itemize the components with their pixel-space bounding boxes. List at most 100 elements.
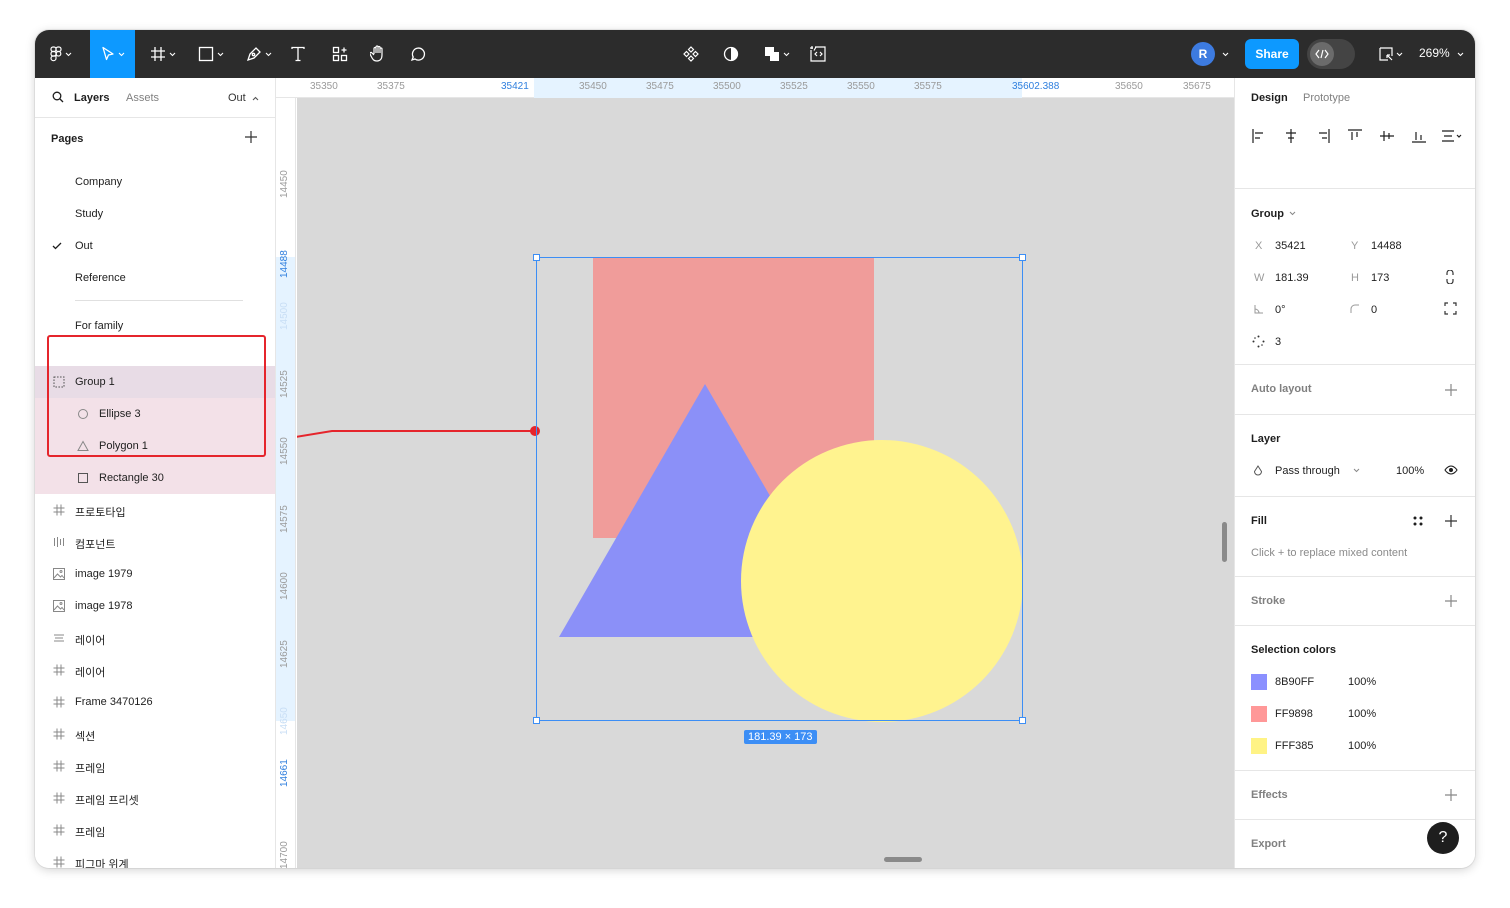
layer-row[interactable]: 레이어 bbox=[35, 622, 275, 654]
component-button[interactable] bbox=[680, 38, 702, 70]
avatar[interactable]: R bbox=[1191, 42, 1215, 66]
frame-icon bbox=[52, 695, 66, 709]
x-input[interactable]: 35421 bbox=[1275, 240, 1306, 252]
mask-button[interactable] bbox=[720, 38, 742, 70]
toolbar: R Share 269% bbox=[35, 30, 1475, 78]
plus-icon[interactable] bbox=[1444, 514, 1458, 528]
page-item[interactable]: Company bbox=[75, 176, 122, 188]
main-menu-button[interactable] bbox=[47, 38, 75, 70]
zoom-dropdown[interactable]: 269% bbox=[1419, 46, 1464, 60]
group-title[interactable]: Group bbox=[1251, 208, 1284, 220]
frame-tool-button[interactable] bbox=[145, 38, 181, 70]
layer-row[interactable]: 컴포넌트 bbox=[35, 526, 275, 558]
layer-name: 프레임 bbox=[75, 827, 106, 839]
search-icon[interactable] bbox=[52, 91, 64, 103]
present-button[interactable] bbox=[1375, 38, 1407, 70]
count-input[interactable]: 3 bbox=[1275, 336, 1281, 348]
fill-title: Fill bbox=[1251, 515, 1267, 527]
width-input[interactable]: 181.39 bbox=[1275, 272, 1309, 284]
color-hex[interactable]: FFF385 bbox=[1275, 740, 1314, 752]
layer-row[interactable]: Frame 3470126 bbox=[35, 686, 275, 718]
layer-row[interactable]: 피그마 위계 bbox=[35, 846, 275, 868]
boolean-button[interactable] bbox=[759, 38, 795, 70]
constrain-proportions-icon[interactable] bbox=[1445, 270, 1455, 284]
ruler-left-tick: 14450 bbox=[279, 170, 290, 198]
color-swatch[interactable] bbox=[1251, 738, 1267, 754]
ruler-top-tick: 35550 bbox=[847, 81, 875, 92]
plus-icon[interactable] bbox=[1444, 383, 1458, 397]
ruler-top-tick: 35602.388 bbox=[1012, 81, 1060, 92]
styles-grid-icon[interactable] bbox=[1412, 515, 1424, 527]
color-swatch[interactable] bbox=[1251, 674, 1267, 690]
shape-tool-button[interactable] bbox=[193, 38, 229, 70]
frame-icon bbox=[52, 503, 66, 517]
layer-name: Rectangle 30 bbox=[99, 472, 164, 484]
resize-handle-bottom-left[interactable] bbox=[533, 717, 540, 724]
resources-button[interactable] bbox=[329, 38, 351, 70]
color-hex[interactable]: 8B90FF bbox=[1275, 676, 1314, 688]
layer-name: 피그마 위계 bbox=[75, 859, 129, 868]
plus-icon[interactable] bbox=[244, 130, 258, 144]
selection-colors-section: Selection colors 8B90FF 100% FF9898 100% FFF… bbox=[1235, 626, 1475, 771]
resize-handle-top-right[interactable] bbox=[1019, 254, 1026, 261]
layer-row[interactable]: 프레임 bbox=[35, 750, 275, 782]
y-input[interactable]: 14488 bbox=[1371, 240, 1402, 252]
layer-row[interactable]: image 1979 bbox=[35, 558, 275, 590]
layer-row[interactable]: 레이어 bbox=[35, 654, 275, 686]
layer-row[interactable]: 프레임 bbox=[35, 814, 275, 846]
eye-icon[interactable] bbox=[1444, 465, 1458, 475]
height-input[interactable]: 173 bbox=[1371, 272, 1389, 284]
vertical-scrollbar[interactable] bbox=[1222, 522, 1227, 562]
hand-tool-button[interactable] bbox=[367, 38, 389, 70]
tab-design[interactable]: Design bbox=[1251, 92, 1288, 104]
layer-row[interactable]: 섹션 bbox=[35, 718, 275, 750]
resize-handle-top-left[interactable] bbox=[533, 254, 540, 261]
page-item[interactable]: Study bbox=[75, 208, 103, 220]
ruler-left-tick: 14525 bbox=[279, 370, 290, 398]
pen-tool-button[interactable] bbox=[241, 38, 277, 70]
selection-bounding-box[interactable] bbox=[533, 254, 1026, 724]
comment-tool-button[interactable] bbox=[407, 38, 429, 70]
blend-mode-dropdown[interactable]: Pass through bbox=[1275, 465, 1340, 477]
color-swatch[interactable] bbox=[1251, 706, 1267, 722]
share-button[interactable]: Share bbox=[1245, 39, 1299, 69]
tab-assets[interactable]: Assets bbox=[126, 92, 159, 104]
page-item[interactable]: Out bbox=[75, 240, 93, 252]
page-item[interactable]: Reference bbox=[75, 272, 126, 284]
page-selector[interactable]: Out bbox=[228, 92, 259, 104]
design-panel: Design Prototype Group X 35421 Y 14488 W… bbox=[1234, 78, 1475, 868]
independent-corners-icon[interactable] bbox=[1444, 302, 1457, 315]
resize-handle-bottom-right[interactable] bbox=[1019, 717, 1026, 724]
tab-prototype[interactable]: Prototype bbox=[1303, 92, 1350, 104]
corner-radius-input[interactable]: 0 bbox=[1371, 304, 1377, 316]
move-tool-button[interactable] bbox=[90, 30, 135, 78]
plus-icon[interactable] bbox=[1444, 594, 1458, 608]
help-button[interactable]: ? bbox=[1427, 822, 1459, 854]
dev-mode-toggle[interactable] bbox=[1307, 39, 1355, 69]
rotation-input[interactable]: 0° bbox=[1275, 304, 1286, 316]
crop-button[interactable] bbox=[807, 38, 829, 70]
layer-row[interactable]: Rectangle 30 bbox=[35, 462, 275, 494]
color-opacity[interactable]: 100% bbox=[1348, 708, 1376, 720]
color-hex[interactable]: FF9898 bbox=[1275, 708, 1313, 720]
layer-row[interactable]: image 1978 bbox=[35, 590, 275, 622]
chevron-down-icon[interactable] bbox=[1289, 211, 1296, 216]
chevron-down-icon[interactable] bbox=[1222, 52, 1229, 57]
ruler-left-tick: 14500 bbox=[279, 302, 290, 330]
horizontal-scrollbar[interactable] bbox=[884, 857, 922, 862]
layer-row[interactable]: 프로토타입 bbox=[35, 494, 275, 526]
text-tool-button[interactable] bbox=[287, 38, 309, 70]
tab-layers[interactable]: Layers bbox=[74, 92, 109, 104]
align-center-h-icon bbox=[1286, 129, 1296, 143]
alignment-icons[interactable] bbox=[1251, 128, 1471, 144]
figma-window: R Share 269% Layers Assets Out Pages Com… bbox=[35, 30, 1475, 868]
selection-size-badge: 181.39 × 173 bbox=[744, 730, 817, 744]
plus-icon[interactable] bbox=[1444, 788, 1458, 802]
page-item[interactable]: For family bbox=[75, 320, 123, 332]
chevron-down-icon[interactable] bbox=[1353, 468, 1360, 473]
layer-row[interactable]: 프레임 프리셋 bbox=[35, 782, 275, 814]
layer-opacity-input[interactable]: 100% bbox=[1396, 465, 1424, 477]
color-opacity[interactable]: 100% bbox=[1348, 676, 1376, 688]
color-opacity[interactable]: 100% bbox=[1348, 740, 1376, 752]
canvas[interactable]: 181.39 × 173 bbox=[297, 98, 1234, 868]
